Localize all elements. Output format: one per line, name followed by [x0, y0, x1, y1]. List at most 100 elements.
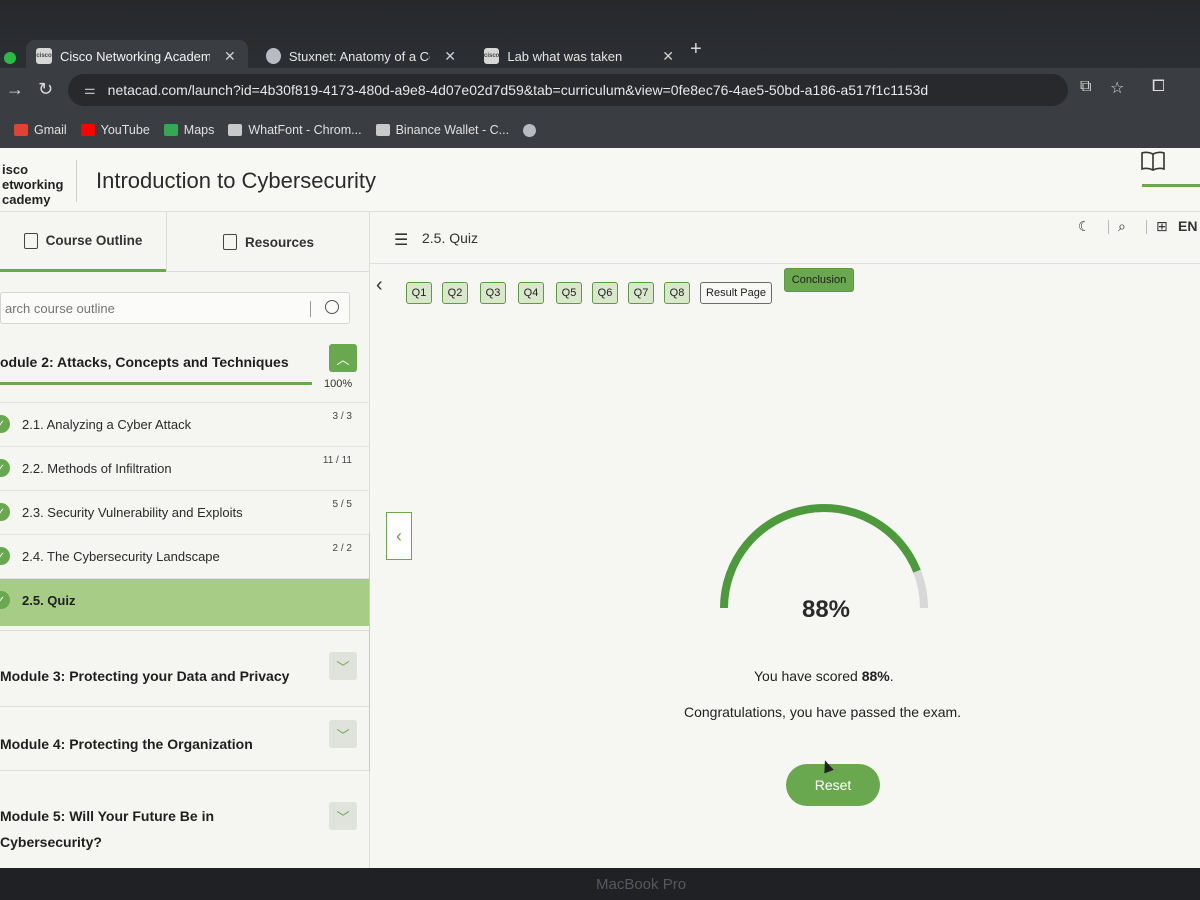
bookmark-label: WhatFont - Chrom...: [248, 123, 362, 137]
sidebar-tabs: Course Outline Resources: [0, 212, 370, 272]
outline-search[interactable]: [0, 292, 350, 324]
module-5-title[interactable]: Module 5: Will Your Future Be in Cyberse…: [0, 808, 214, 850]
lesson-2-4[interactable]: ✓ 2.4. The Cybersecurity Landscape 2 / 2: [0, 534, 370, 578]
score-sentence: You have scored 88%.: [754, 668, 894, 684]
quiz-nav-q3[interactable]: Q3: [480, 282, 506, 304]
course-title: Introduction to Cybersecurity: [96, 168, 377, 193]
divider: [1146, 220, 1147, 234]
binance-icon: [375, 124, 390, 136]
module-4-title[interactable]: Module 4: Protecting the Organization: [0, 736, 253, 752]
cisco-favicon-icon: cisco: [484, 48, 500, 64]
expand-module-3-button[interactable]: ﹀: [329, 652, 357, 680]
tab-label: Course Outline: [45, 233, 143, 248]
chevron-left-icon[interactable]: ‹: [376, 274, 383, 297]
module-3-title[interactable]: Module 3: Protecting your Data and Priva…: [0, 668, 289, 684]
close-icon[interactable]: ✕: [444, 48, 456, 65]
bookmarks-bar: Gmail YouTube Maps WhatFont - Chrom... B…: [0, 112, 1200, 148]
close-icon[interactable]: ✕: [662, 48, 674, 65]
module-2-title[interactable]: odule 2: Attacks, Concepts and Technique…: [0, 354, 289, 370]
language-icon[interactable]: ⊞: [1156, 218, 1168, 235]
lesson-label: 2.2. Methods of Infiltration: [22, 461, 172, 476]
cisco-favicon-icon: cisco: [36, 48, 52, 64]
tab-title: Cisco Networking Academy: I: [60, 48, 210, 64]
check-icon: ✓: [0, 459, 10, 477]
site-info-icon[interactable]: ⚌: [84, 82, 96, 98]
extensions-icon[interactable]: ⧠: [1152, 78, 1165, 96]
bookmark-label: YouTube: [100, 123, 150, 137]
section-title: 2.5. Quiz: [422, 230, 479, 246]
search-divider: [310, 301, 311, 317]
module-title-line: Cybersecurity?: [0, 834, 102, 850]
gauge-track: [720, 504, 928, 609]
tab-title: Lab what was taken: [507, 48, 623, 64]
open-book-icon[interactable]: [1140, 150, 1166, 172]
close-icon[interactable]: ✕: [224, 48, 236, 65]
score-percent: 88%: [801, 596, 851, 623]
bookmark-label: Maps: [183, 123, 215, 137]
quiz-nav-q6[interactable]: Q6: [592, 282, 618, 304]
language-code[interactable]: EN: [1178, 218, 1197, 234]
module-2-progress-bar: [0, 382, 312, 385]
gmail-icon: [14, 124, 28, 136]
bookmark-globe[interactable]: [523, 123, 537, 137]
lesson-2-1[interactable]: ✓ 2.1. Analyzing a Cyber Attack 3 / 3: [0, 402, 370, 446]
expand-module-5-button[interactable]: ﹀: [329, 802, 357, 830]
lesson-label: 2.5. Quiz: [22, 593, 76, 608]
url-text: netacad.com/launch?id=4b30f819-4173-480d…: [107, 82, 929, 98]
divider: [1108, 220, 1109, 234]
tab-resources[interactable]: Resources: [166, 212, 370, 272]
collapse-sidebar-button[interactable]: ‹: [386, 512, 412, 560]
site-header: isco etworking cademy Introduction to Cy…: [0, 148, 1200, 212]
new-tab-plus-icon[interactable]: +: [690, 38, 702, 61]
tab-course-outline[interactable]: Course Outline: [0, 212, 166, 272]
quiz-nav-q5[interactable]: Q5: [556, 282, 582, 304]
whatfont-icon: [228, 124, 243, 136]
collapse-module-2-button[interactable]: ︿: [329, 344, 357, 372]
search-icon[interactable]: ⌕: [1118, 218, 1126, 235]
progress-fill: [0, 382, 312, 385]
divider: [0, 770, 370, 771]
lesson-count: 3 / 3: [332, 411, 352, 422]
divider: [0, 630, 370, 631]
score-prefix: You have scored: [754, 668, 862, 684]
lesson-label: 2.1. Analyzing a Cyber Attack: [22, 417, 192, 432]
lesson-2-2[interactable]: ✓ 2.2. Methods of Infiltration 11 / 11: [0, 446, 370, 490]
lesson-count: 5 / 5: [332, 499, 352, 510]
bookmark-maps[interactable]: Maps: [163, 123, 215, 137]
forward-arrow-icon[interactable]: →: [6, 79, 24, 100]
course-outline-sidebar: Course Outline Resources odule 2: Attack…: [0, 212, 374, 868]
bookmark-youtube[interactable]: YouTube: [80, 123, 150, 137]
window-close-dot[interactable]: [4, 52, 16, 64]
globe-icon: [523, 123, 537, 137]
collapse-menu-icon[interactable]: ☰: [394, 230, 408, 250]
result-page-button[interactable]: Result Page: [700, 282, 772, 304]
quiz-nav-q8[interactable]: Q8: [664, 282, 690, 304]
search-icon[interactable]: [325, 300, 339, 314]
bookmark-star-icon[interactable]: ☆: [1110, 78, 1124, 98]
bookmark-whatfont[interactable]: WhatFont - Chrom...: [228, 123, 362, 137]
netacad-logo[interactable]: isco etworking cademy: [2, 162, 63, 207]
quiz-nav-q7[interactable]: Q7: [628, 282, 654, 304]
lesson-label: 2.3. Security Vulnerability and Exploits: [22, 505, 243, 520]
expand-module-4-button[interactable]: ﹀: [329, 720, 357, 748]
reload-icon[interactable]: ↻: [38, 79, 53, 100]
content-header: ☰ 2.5. Quiz ☾ ⌕ ⊞ EN: [370, 212, 1200, 264]
address-bar[interactable]: ⚌ netacad.com/launch?id=4b30f819-4173-48…: [68, 74, 1068, 106]
score-value: 88%: [861, 668, 890, 684]
reset-button[interactable]: Reset: [786, 764, 880, 806]
quiz-nav-q1[interactable]: Q1: [406, 282, 432, 304]
dark-mode-moon-icon[interactable]: ☾: [1078, 218, 1091, 235]
lesson-2-3[interactable]: ✓ 2.3. Security Vulnerability and Exploi…: [0, 490, 370, 534]
divider: [0, 706, 370, 707]
quiz-nav-q4[interactable]: Q4: [518, 282, 544, 304]
lesson-2-5-quiz[interactable]: ✓ 2.5. Quiz: [0, 578, 370, 626]
book-tab-indicator: [1142, 184, 1200, 187]
tab-label: Resources: [244, 234, 315, 250]
bookmark-gmail[interactable]: Gmail: [14, 123, 67, 137]
conclusion-button[interactable]: Conclusion: [784, 268, 854, 292]
outline-search-input[interactable]: [1, 293, 301, 323]
install-app-icon[interactable]: ⧉: [1080, 78, 1091, 96]
bookmark-binance-wallet[interactable]: Binance Wallet - C...: [375, 123, 509, 137]
device-label: MacBook Pro: [596, 876, 687, 893]
quiz-nav-q2[interactable]: Q2: [442, 282, 468, 304]
